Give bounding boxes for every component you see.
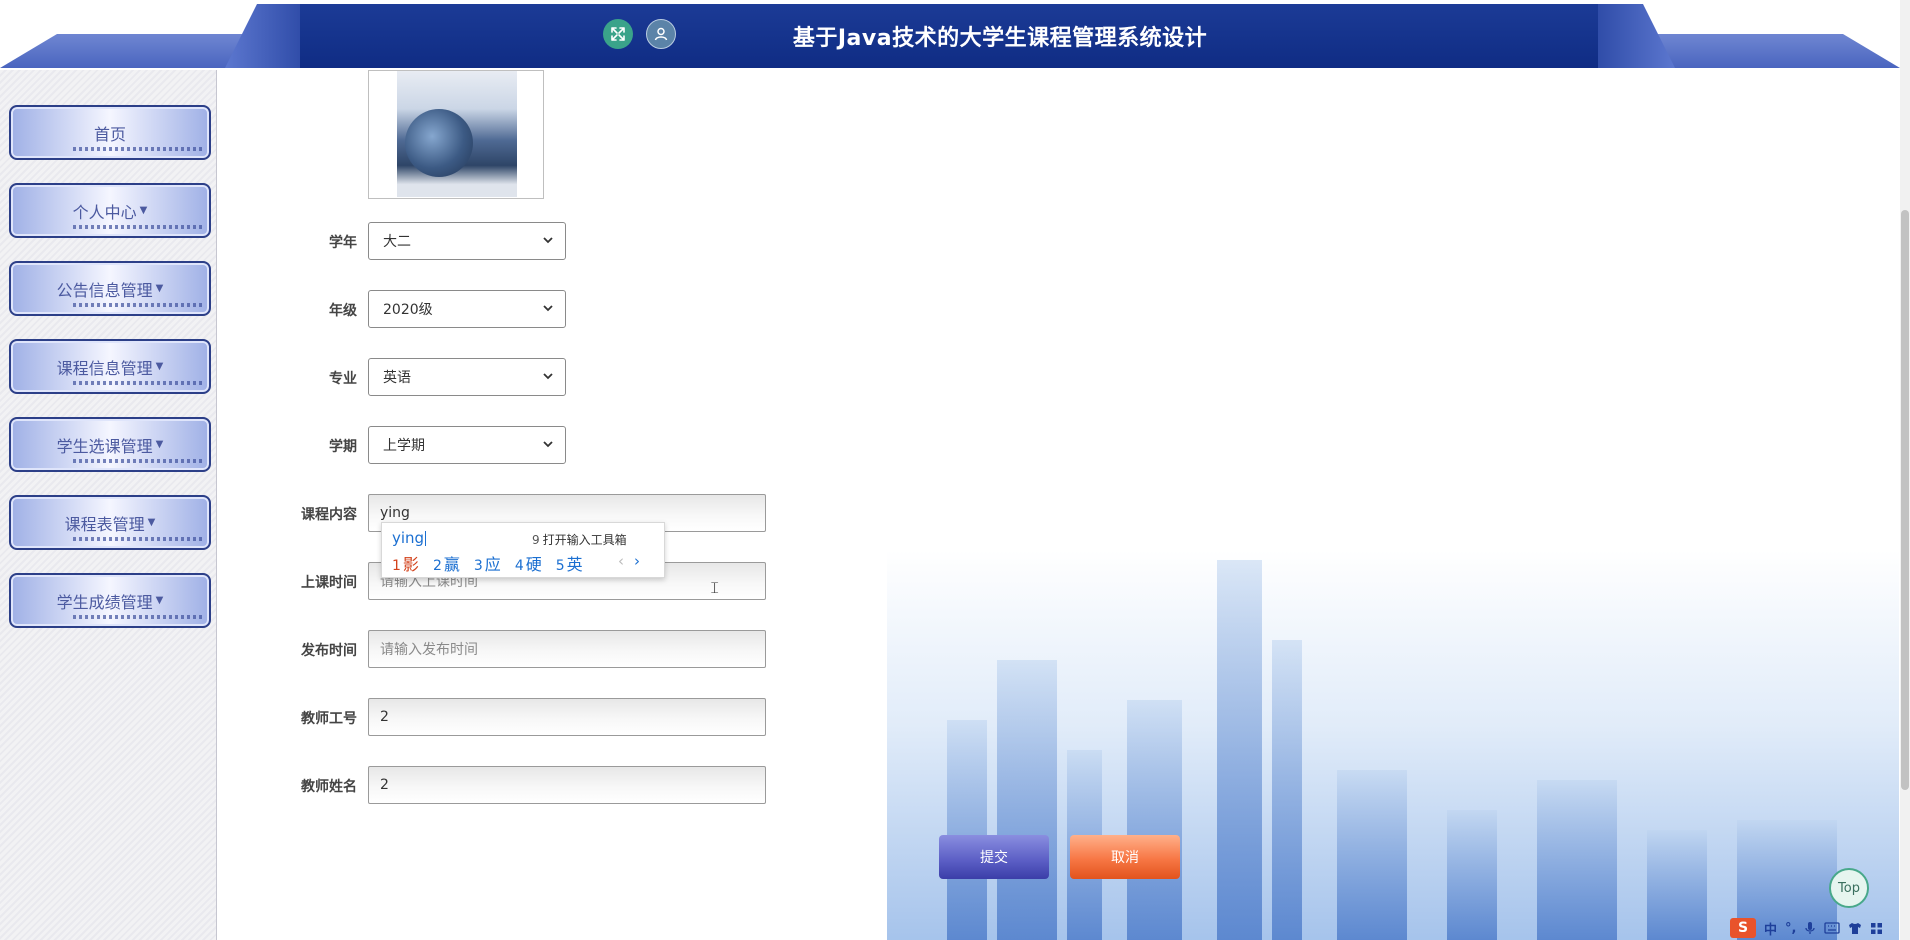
- grid-menu-icon[interactable]: [1870, 922, 1883, 935]
- grade-select[interactable]: 2020级: [368, 290, 566, 328]
- ime-candidate[interactable]: 3应: [474, 551, 501, 575]
- nav-decoration: [73, 225, 203, 229]
- major-select[interactable]: 英语: [368, 358, 566, 396]
- fullscreen-button[interactable]: [603, 19, 633, 49]
- select-value: 2020级: [383, 302, 433, 318]
- course-image: [368, 70, 544, 199]
- sidebar-item-course-info-management[interactable]: 课程信息管理 ▼: [9, 339, 211, 394]
- sidebar-item-personal-center[interactable]: 个人中心 ▼: [9, 183, 211, 238]
- page-title: 基于Java技术的大学生课程管理系统设计: [792, 26, 1208, 51]
- nav-decoration: [73, 615, 203, 619]
- sidebar-item-notice-management[interactable]: 公告信息管理 ▼: [9, 261, 211, 316]
- skin-shirt-icon[interactable]: [1848, 922, 1862, 935]
- ime-language-toggle[interactable]: 中: [1764, 919, 1777, 938]
- microphone-icon[interactable]: [1804, 921, 1816, 935]
- fullscreen-icon: [611, 27, 625, 41]
- sidebar-item-label: 首页: [93, 124, 126, 144]
- ime-candidate[interactable]: 1影: [392, 551, 419, 575]
- ime-prev-page-icon[interactable]: ‹: [618, 552, 624, 570]
- sidebar-item-label: 公告信息管理: [56, 280, 153, 300]
- chevron-down-icon: [543, 373, 553, 380]
- text-cursor-icon: 𝙸: [709, 578, 721, 597]
- page-scrollbar[interactable]: [1900, 0, 1910, 940]
- sidebar-item-course-selection-management[interactable]: 学生选课管理 ▼: [9, 417, 211, 472]
- top-header: 基于Java技术的大学生课程管理系统设计: [0, 0, 1910, 70]
- nav-decoration: [73, 303, 203, 307]
- ime-candidate-list: 1影 2赢 3应 4硬 5英: [392, 551, 583, 575]
- select-value: 英语: [383, 370, 411, 386]
- field-label-teacher-id: 教师工号: [301, 711, 357, 727]
- field-label-publish-time: 发布时间: [301, 643, 357, 659]
- publish-time-input[interactable]: 请输入发布时间: [368, 630, 766, 668]
- ime-next-page-icon[interactable]: ›: [634, 552, 640, 570]
- ime-candidate[interactable]: 4硬: [515, 551, 542, 575]
- field-label-teacher-name: 教师姓名: [301, 779, 357, 795]
- ime-punctuation-toggle[interactable]: °,: [1785, 921, 1796, 936]
- city-background: [887, 550, 1899, 940]
- sidebar-item-label: 学生选课管理: [56, 436, 153, 456]
- ime-toolbox-link[interactable]: 9 打开输入工具箱: [532, 531, 627, 548]
- nav-decoration: [73, 147, 203, 151]
- sidebar: 首页 个人中心 ▼ 公告信息管理 ▼ 课程信息管理 ▼ 学生选课管理 ▼ 课程表…: [0, 70, 217, 940]
- caret-down-icon: ▼: [155, 595, 164, 606]
- select-value: 大二: [383, 234, 411, 250]
- main-content: 学年 大二 年级 2020级 专业 英语 学期 上学期 课程内容 ying 上课…: [217, 70, 1899, 940]
- ime-page-nav: ‹ ›: [618, 552, 640, 570]
- sidebar-item-timetable-management[interactable]: 课程表管理 ▼: [9, 495, 211, 550]
- chevron-down-icon: [543, 237, 553, 244]
- back-to-top-button[interactable]: Top: [1829, 868, 1869, 908]
- ime-candidate[interactable]: 2赢: [433, 551, 460, 575]
- field-label-academic-year: 学年: [329, 235, 357, 251]
- field-label-major: 专业: [329, 371, 357, 387]
- chevron-down-icon: [543, 305, 553, 312]
- semester-select[interactable]: 上学期: [368, 426, 566, 464]
- sidebar-item-home[interactable]: 首页: [9, 105, 211, 160]
- field-label-course-content: 课程内容: [301, 507, 357, 523]
- sidebar-item-grade-management[interactable]: 学生成绩管理 ▼: [9, 573, 211, 628]
- field-label-semester: 学期: [329, 439, 357, 455]
- sogou-icon[interactable]: S: [1730, 918, 1756, 938]
- cancel-button[interactable]: 取消: [1070, 835, 1180, 879]
- chevron-down-icon: [543, 441, 553, 448]
- field-label-class-time: 上课时间: [301, 575, 357, 591]
- caret-down-icon: ▼: [147, 517, 156, 528]
- ime-candidate-popup: ying 9 打开输入工具箱 1影 2赢 3应 4硬 5英 ‹ ›: [381, 522, 665, 578]
- sidebar-item-label: 课程表管理: [64, 514, 145, 534]
- ime-composition: ying: [392, 529, 427, 547]
- caret-down-icon: ▼: [155, 283, 164, 294]
- teacher-id-input[interactable]: 2: [368, 698, 766, 736]
- ime-candidate[interactable]: 5英: [556, 551, 583, 575]
- caret-down-icon: ▼: [155, 361, 164, 372]
- caret-down-icon: ▼: [155, 439, 164, 450]
- select-value: 上学期: [383, 438, 425, 454]
- nav-decoration: [73, 537, 203, 541]
- teacher-name-input[interactable]: 2: [368, 766, 766, 804]
- nav-decoration: [73, 459, 203, 463]
- keyboard-icon[interactable]: [1824, 922, 1841, 934]
- sidebar-item-label: 课程信息管理: [56, 358, 153, 378]
- caret-down-icon: ▼: [139, 205, 148, 216]
- field-label-grade: 年级: [329, 303, 357, 319]
- scrollbar-thumb[interactable]: [1901, 210, 1909, 790]
- submit-button[interactable]: 提交: [939, 835, 1049, 879]
- ime-toolbar: S 中 °,: [1730, 916, 1900, 940]
- academic-year-select[interactable]: 大二: [368, 222, 566, 260]
- nav-decoration: [73, 381, 203, 385]
- sidebar-item-label: 学生成绩管理: [56, 592, 153, 612]
- book-cover: [397, 71, 517, 197]
- sidebar-item-label: 个人中心: [72, 202, 137, 222]
